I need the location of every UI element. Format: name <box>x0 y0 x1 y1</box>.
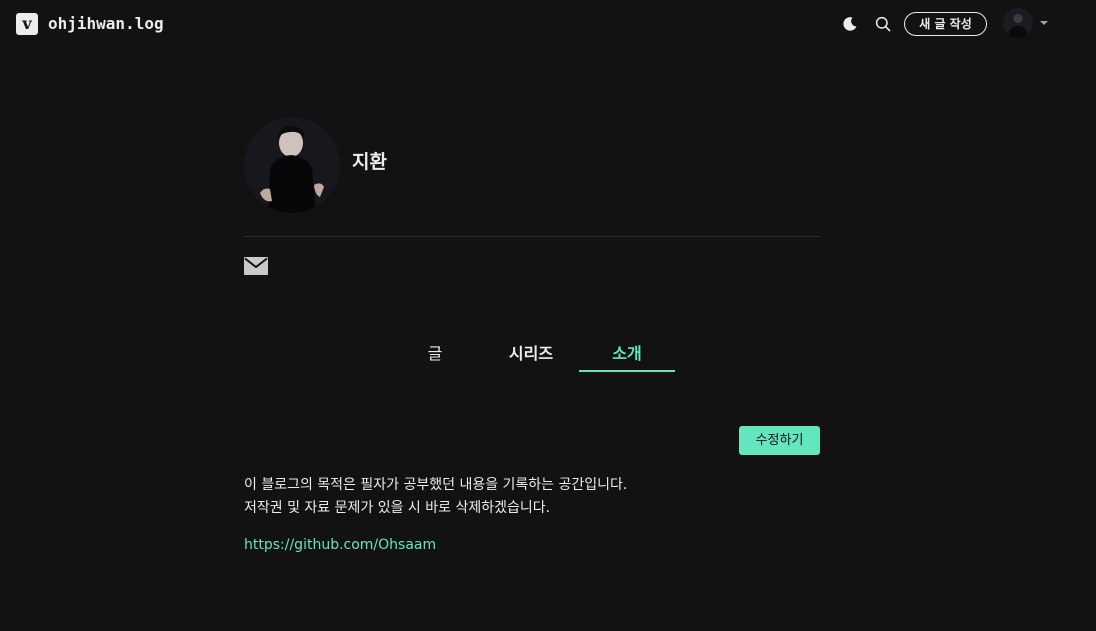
top-header: v ohjihwan.log 새 글 작성 <box>0 0 1096 48</box>
about-text-line: 저작권 및 자료 문제가 있을 시 바로 삭제하겠습니다. <box>244 500 551 516</box>
github-link[interactable]: https://github.com/Ohsaam <box>244 535 436 555</box>
profile-name: 지환 <box>352 151 387 173</box>
user-avatar[interactable] <box>1003 8 1033 38</box>
tab-series[interactable]: 시리즈 <box>483 339 579 371</box>
tab-posts[interactable]: 글 <box>387 339 483 371</box>
new-post-button[interactable]: 새 글 작성 <box>904 12 987 36</box>
active-tab-indicator <box>579 370 675 372</box>
search-icon[interactable] <box>872 13 894 35</box>
edit-about-button[interactable]: 수정하기 <box>739 426 820 455</box>
blog-title[interactable]: ohjihwan.log <box>48 13 164 35</box>
profile-photo <box>244 117 340 213</box>
profile-divider <box>244 236 820 237</box>
avatar-silhouette <box>1009 26 1027 38</box>
about-text-line: 이 블로그의 목적은 필자가 공부했던 내용을 기록하는 공간입니다. <box>244 477 628 493</box>
mail-icon[interactable] <box>244 257 268 275</box>
tab-about[interactable]: 소개 <box>579 339 675 371</box>
velog-logo[interactable]: v <box>16 13 38 35</box>
caret-down-icon[interactable] <box>1040 21 1048 25</box>
moon-icon[interactable] <box>839 13 861 35</box>
